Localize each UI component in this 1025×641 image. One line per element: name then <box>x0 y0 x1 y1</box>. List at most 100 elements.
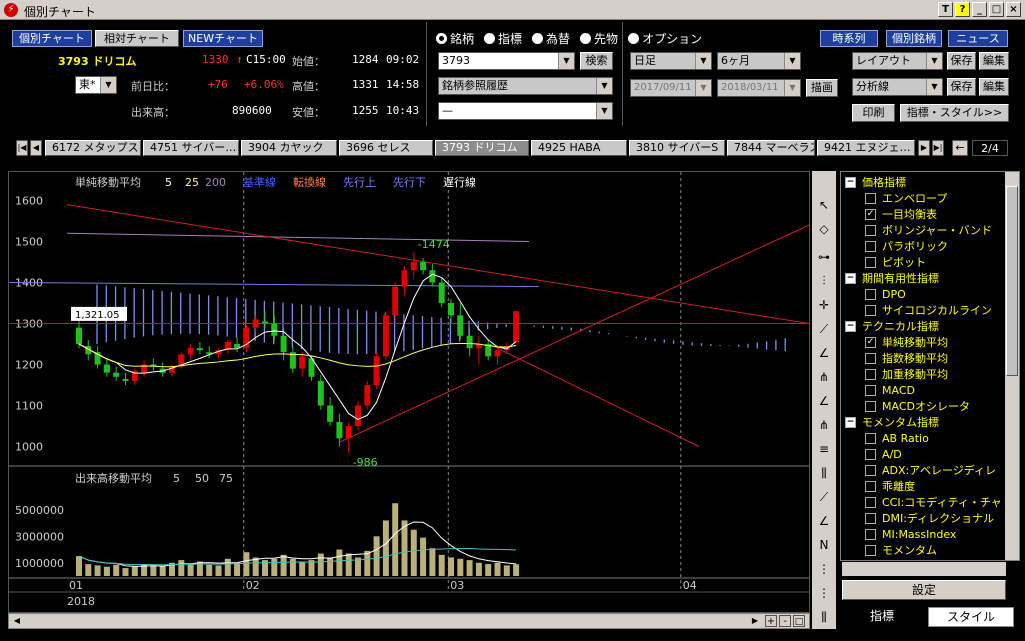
minimize-icon[interactable]: _ <box>972 2 987 17</box>
indicator-item[interactable]: MACDオシレータ <box>865 398 970 414</box>
search-button[interactable]: 検索 <box>580 52 613 70</box>
analysis-edit-button[interactable]: 編集 <box>979 78 1009 96</box>
indicator-style-button[interactable]: 指標・スタイル>> <box>900 104 1009 122</box>
checkbox-icon[interactable] <box>865 512 876 524</box>
layout-select[interactable]: レイアウト ▼ <box>852 52 943 70</box>
fit-icon[interactable]: □ <box>793 615 805 627</box>
checkbox-icon[interactable]: ✓ <box>865 336 876 348</box>
indicator-item[interactable]: モメンタム <box>865 542 937 558</box>
stock-tab[interactable]: 4925 HABA <box>531 140 627 156</box>
scroll-left-icon[interactable]: ◀ <box>11 615 23 627</box>
from-date-picker[interactable]: 2017/09/11 ▼ <box>630 79 712 97</box>
stock-tab[interactable]: 7844 マーベラス <box>727 140 815 156</box>
indicator-tree[interactable]: − 価格指標 エンベロープ ✓ 一目均衡表 ボリンジャー・バンド パラボリック ピボット − 期間… <box>840 171 1020 561</box>
radio-fx[interactable]: 為替 <box>532 30 570 47</box>
indicator-group[interactable]: − 期間有用性指標 <box>845 270 939 286</box>
history-select[interactable]: 銘柄参照履歴 ▼ <box>438 77 613 95</box>
prev-tab-icon[interactable]: ◀ <box>30 140 42 156</box>
checkbox-icon[interactable] <box>865 256 876 268</box>
checkbox-icon[interactable] <box>865 304 876 316</box>
indicator-item[interactable]: MI:MassIndex <box>865 526 956 542</box>
stock-code-input[interactable]: 3793 ▼ <box>438 52 575 70</box>
fan-line-icon[interactable]: ⋔ <box>814 367 834 387</box>
scroll-right-icon[interactable]: ▶ <box>749 615 761 627</box>
collapse-icon[interactable]: − <box>845 320 856 332</box>
pointer-icon[interactable]: ↖ <box>814 195 834 215</box>
vertical-scrollbar[interactable] <box>1005 172 1019 560</box>
stock-tab[interactable]: 3696 セレス <box>339 140 433 156</box>
collapse-icon[interactable]: − <box>845 416 856 428</box>
indicator-item[interactable]: MACD <box>865 382 915 398</box>
checkbox-icon[interactable] <box>865 432 876 444</box>
settings-button[interactable]: 設定 <box>842 580 1006 600</box>
checkbox-icon[interactable] <box>865 400 876 412</box>
stock-tab[interactable]: 9421 エヌジェ… <box>817 140 915 156</box>
timeseries-button[interactable]: 時系列 <box>820 30 878 47</box>
news-button[interactable]: ニュース <box>948 30 1008 47</box>
checkbox-icon[interactable] <box>865 192 876 204</box>
gann-icon[interactable]: ∠ <box>814 511 834 531</box>
radio-index[interactable]: 指標 <box>484 30 522 47</box>
analysis-line-select[interactable]: 分析線 ▼ <box>852 78 943 96</box>
chart-area[interactable]: 1000 1100 1200 1300 1400 1500 1600 1000000 30000… <box>8 171 810 613</box>
stock-tab[interactable]: 4751 サイバー… <box>143 140 239 156</box>
topmost-button[interactable]: T <box>938 2 953 17</box>
stock-tab-active[interactable]: 3793 ドリコム <box>435 140 529 156</box>
checkbox-icon[interactable] <box>865 240 876 252</box>
fan-fibonacci-icon[interactable]: ⋔ <box>814 415 834 435</box>
indicator-item[interactable]: ADX:アベレージディレ <box>865 462 996 478</box>
tab-individual-chart[interactable]: 個別チャート <box>12 30 92 47</box>
print-button[interactable]: 印刷 <box>852 104 895 122</box>
indicator-group[interactable]: − モメンタム指標 <box>845 414 939 430</box>
tab-style[interactable]: スタイル <box>928 607 1014 627</box>
horizontal-scrollbar[interactable]: ◀ ▶ + - □ <box>8 613 810 629</box>
eraser-icon[interactable]: ◇ <box>814 219 834 239</box>
tab-new-chart[interactable]: NEWチャート <box>183 30 263 47</box>
layout-save-button[interactable]: 保存 <box>947 52 976 70</box>
analysis-save-button[interactable]: 保存 <box>947 78 976 96</box>
indicator-item[interactable]: ✓ 単純移動平均 <box>865 334 948 350</box>
zoom-out-icon[interactable]: - <box>779 615 791 627</box>
indicator-item[interactable]: 指数移動平均 <box>865 350 948 366</box>
indicator-item[interactable]: パラボリック <box>865 238 948 254</box>
market-select[interactable]: 東* ▼ <box>75 76 117 94</box>
layout-edit-button[interactable]: 編集 <box>979 52 1009 70</box>
tab-indicator[interactable]: 指標 <box>842 607 922 627</box>
indicator-item[interactable]: A/D <box>865 446 902 462</box>
draw-button[interactable]: 描画 <box>806 79 838 97</box>
first-tab-icon[interactable]: |◀ <box>16 140 28 156</box>
maximize-icon[interactable]: □ <box>989 2 1004 17</box>
cross-line-icon[interactable]: ✛ <box>814 295 834 315</box>
indicator-item[interactable]: エンベロープ <box>865 190 947 206</box>
collapse-icon[interactable]: − <box>845 272 856 284</box>
radio-option[interactable]: オプション <box>628 30 702 47</box>
indicator-item[interactable]: AB Ratio <box>865 430 929 446</box>
three-point-icon[interactable]: ⋮ <box>814 559 834 579</box>
indicator-item[interactable]: DMI:ディレクショナル <box>865 510 994 526</box>
indicator-item[interactable]: DPO <box>865 286 906 302</box>
checkbox-icon[interactable] <box>865 368 876 380</box>
stock-tab[interactable]: 3810 サイバーS <box>629 140 725 156</box>
indicator-item[interactable]: サイコロジカルライン <box>865 302 992 318</box>
four-point-icon[interactable]: ⋮ <box>814 583 834 603</box>
fib-time-icon[interactable]: ⫼ <box>814 463 834 483</box>
stock-tab[interactable]: 6172 メタップス <box>45 140 141 156</box>
next-tab-icon[interactable]: ▶ <box>918 140 930 156</box>
fibonacci-icon[interactable]: ∠ <box>814 391 834 411</box>
indicator-item[interactable]: ✓ 一目均衡表 <box>865 206 937 222</box>
cycle-icon[interactable]: ⫼ <box>814 607 834 627</box>
indicator-item[interactable]: ボリンジャー・バンド <box>865 222 992 238</box>
checkbox-icon[interactable] <box>865 224 876 236</box>
angle-line-icon[interactable]: ∠ <box>814 343 834 363</box>
indicator-item[interactable]: ピボット <box>865 254 926 270</box>
checkbox-icon[interactable]: ✓ <box>865 208 876 220</box>
indicator-group[interactable]: − テクニカル指標 <box>845 318 939 334</box>
tab-relative-chart[interactable]: 相対チャート <box>95 30 179 47</box>
horizontal-line-icon[interactable]: ⊶ <box>814 247 834 267</box>
sub-select[interactable]: — ▼ <box>438 102 613 120</box>
checkbox-icon[interactable] <box>865 288 876 300</box>
period-select[interactable]: 日足 ▼ <box>630 52 712 70</box>
last-tab-icon[interactable]: ▶| <box>932 140 944 156</box>
checkbox-icon[interactable] <box>865 496 876 508</box>
checkbox-icon[interactable] <box>865 464 876 476</box>
